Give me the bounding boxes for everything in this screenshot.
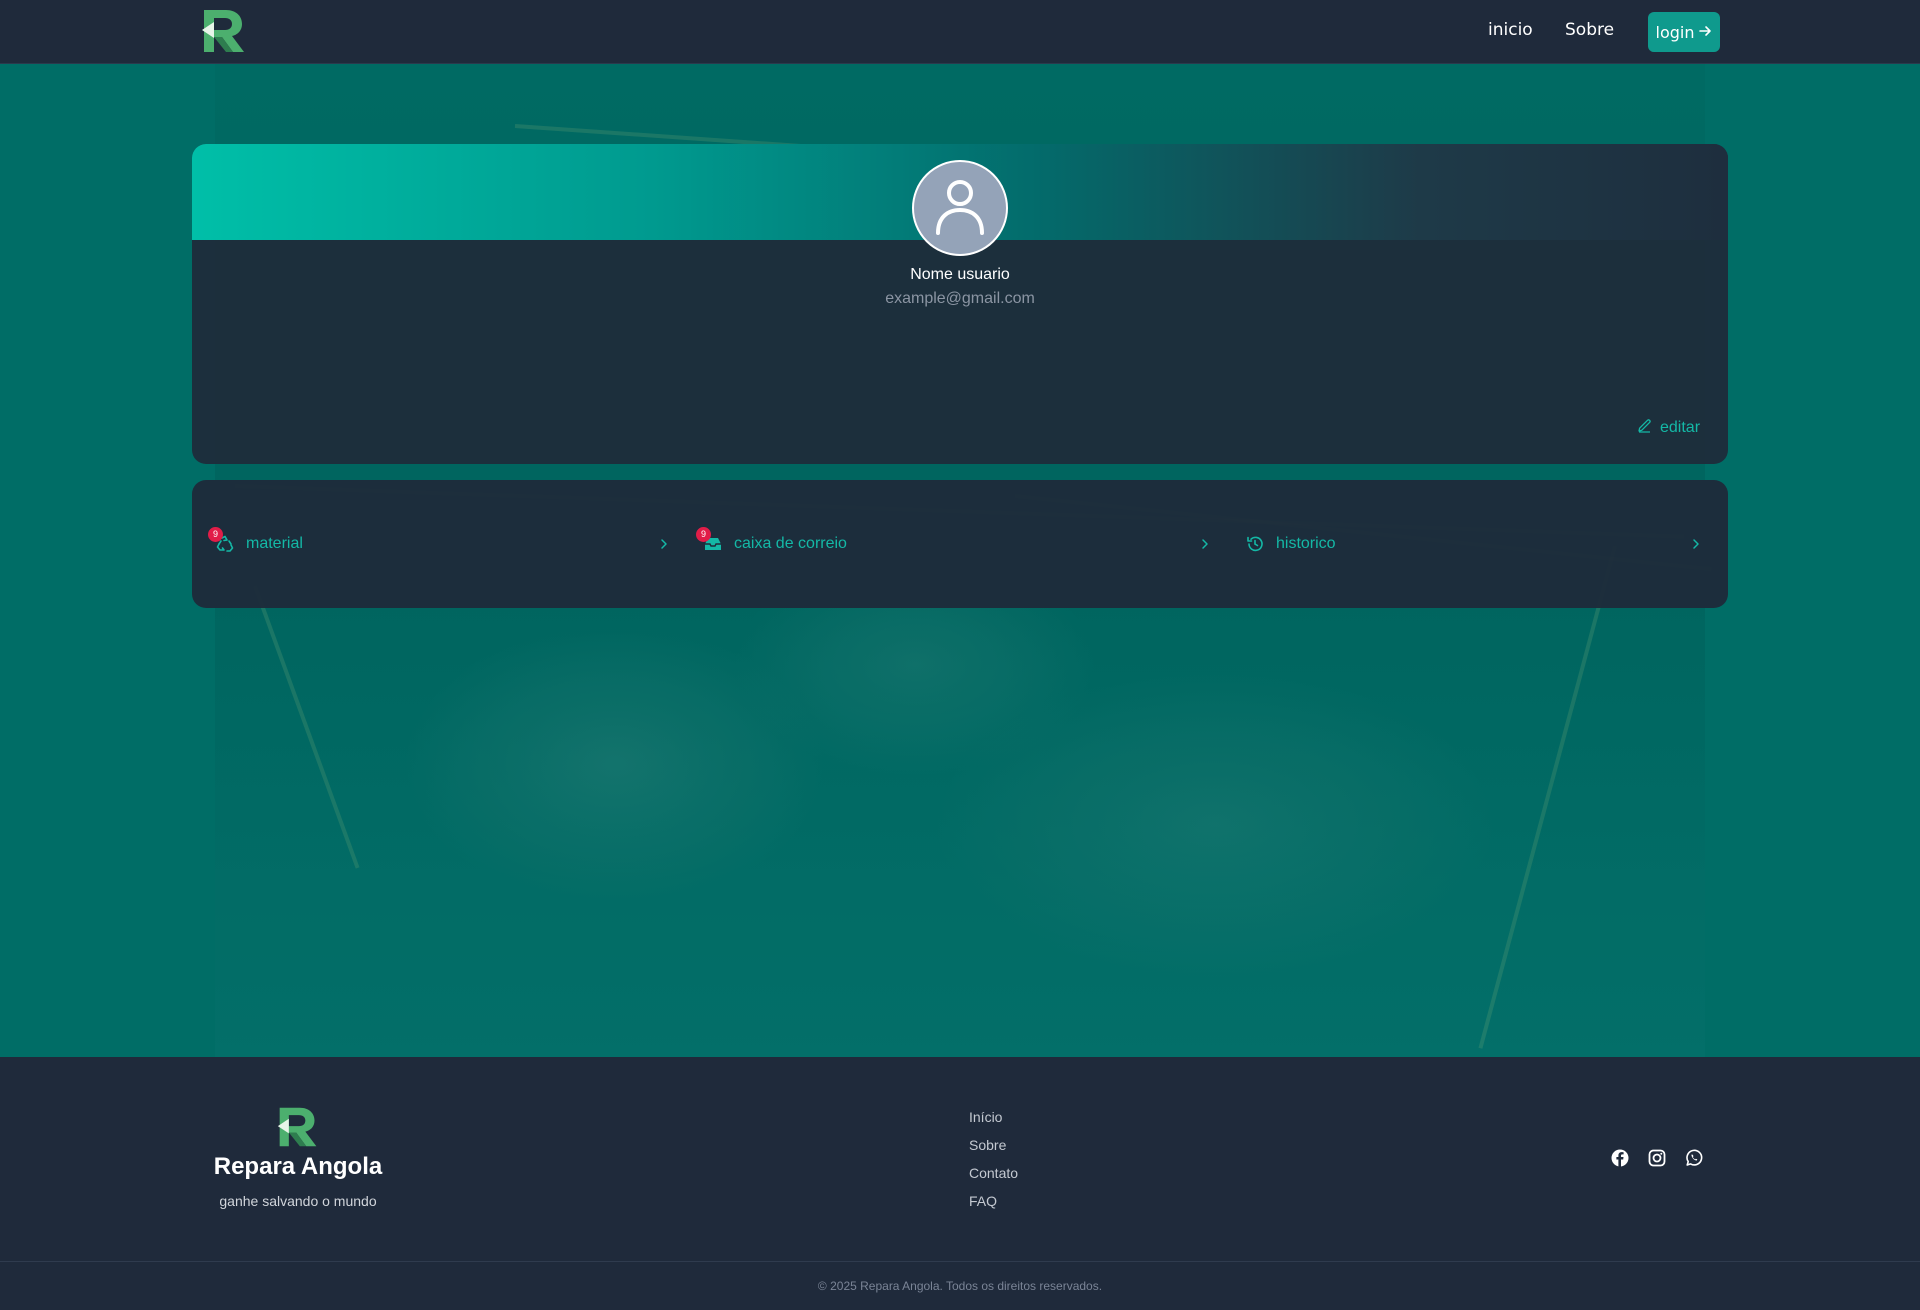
footer: Repara Angola ganhe salvando o mundo Iní… (0, 1057, 1920, 1310)
profile-card: Nome usuario example@gmail.com editar (192, 144, 1728, 464)
nav-link-sobre[interactable]: Sobre (1565, 20, 1614, 40)
instagram-icon[interactable] (1648, 1149, 1666, 1167)
hero-background: Nome usuario example@gmail.com editar 9 … (0, 64, 1920, 1057)
notification-badge: 9 (696, 527, 711, 542)
edit-label: editar (1660, 419, 1701, 436)
menu-item-historico[interactable]: historico (1246, 530, 1336, 558)
inbox-icon (704, 538, 722, 557)
footer-tagline: ganhe salvando o mundo (219, 1193, 377, 1209)
menu-item-label: historico (1276, 535, 1336, 552)
profile-menu-card: 9 material 9 caixa de correio historico (192, 480, 1728, 608)
nav-link-inicio[interactable]: inicio (1488, 20, 1533, 40)
user-name: Nome usuario (910, 266, 1010, 283)
user-icon (934, 177, 986, 239)
login-label: login (1655, 22, 1695, 42)
chevron-right-icon[interactable] (1200, 536, 1210, 550)
edit-profile-link[interactable]: editar (1637, 418, 1700, 438)
menu-item-material[interactable]: 9 material (208, 527, 303, 558)
repara-logo-icon[interactable] (200, 6, 248, 56)
login-button[interactable]: login (1648, 12, 1720, 52)
history-icon (1246, 536, 1264, 557)
footer-link-contato[interactable]: Contato (969, 1165, 1018, 1193)
chevron-right-icon[interactable] (659, 536, 669, 550)
arrow-right-icon (1698, 23, 1712, 42)
footer-links: Início Sobre Contato FAQ (969, 1109, 1018, 1221)
footer-link-faq[interactable]: FAQ (969, 1193, 1018, 1221)
recycle-icon (216, 535, 234, 557)
pencil-icon (1637, 418, 1652, 438)
user-email: example@gmail.com (885, 290, 1035, 307)
menu-item-label: caixa de correio (734, 535, 847, 552)
top-navbar: inicio Sobre login (0, 0, 1920, 64)
footer-link-sobre[interactable]: Sobre (969, 1137, 1018, 1165)
facebook-icon[interactable] (1611, 1149, 1629, 1167)
footer-link-inicio[interactable]: Início (969, 1109, 1018, 1137)
whatsapp-icon[interactable] (1685, 1149, 1703, 1167)
menu-item-label: material (246, 535, 303, 552)
copyright-text: © 2025 Repara Angola. Todos os direitos … (817, 1279, 1103, 1293)
avatar[interactable] (912, 160, 1008, 256)
menu-item-caixa-de-correio[interactable]: 9 caixa de correio (696, 527, 847, 558)
repara-logo-icon (276, 1103, 320, 1151)
footer-divider (0, 1261, 1920, 1262)
chevron-right-icon[interactable] (1691, 536, 1701, 550)
notification-badge: 9 (208, 527, 223, 542)
footer-brand-name: Repara Angola (213, 1153, 383, 1180)
